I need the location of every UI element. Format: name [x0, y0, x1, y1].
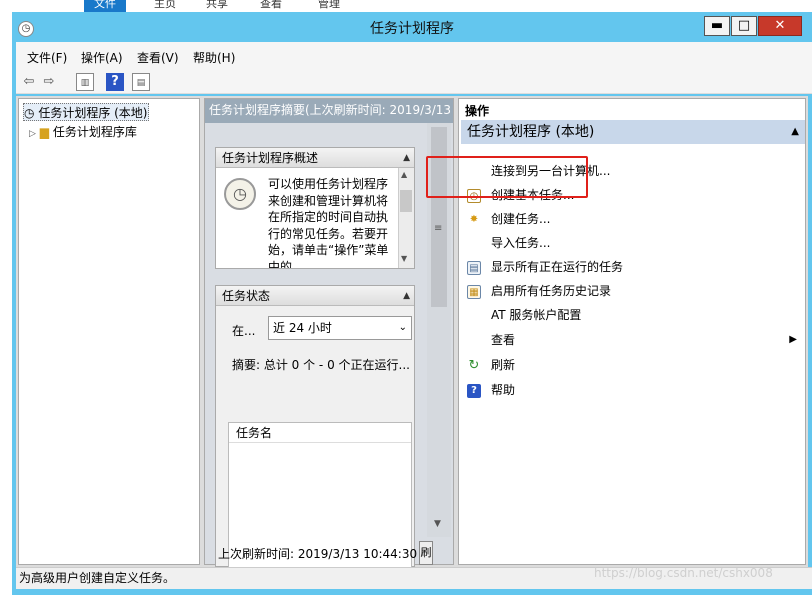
show-hide-action-pane-icon[interactable]: ▤	[132, 73, 150, 91]
maximize-button[interactable]: □	[731, 16, 757, 36]
action-import-task[interactable]: 导入任务...	[467, 233, 550, 253]
overview-text: 可以使用任务计划程序来创建和管理计算机将在所指定的时间自动执行的常见任务。若要开…	[268, 177, 389, 268]
overview-section-header[interactable]: 任务计划程序概述 ▲	[216, 148, 414, 168]
blank-icon	[467, 309, 481, 323]
status-period-value: 近 24 小时	[273, 321, 332, 335]
console-tree: ◷ 任务计划程序 (本地) ▷ ▆ 任务计划程序库	[18, 98, 200, 565]
action-label: 显示所有正在运行的任务	[491, 260, 624, 274]
action-label: 帮助	[491, 383, 516, 397]
watermark: https://blog.csdn.net/cshx008	[594, 566, 773, 580]
action-at-service-config[interactable]: AT 服务帐户配置	[467, 305, 581, 325]
title-bar[interactable]: ◷ 任务计划程序 ▬ □ ✕	[12, 12, 812, 42]
minimize-button[interactable]: ▬	[704, 16, 730, 36]
status-in-label: 在...	[232, 324, 256, 338]
summary-header: 任务计划程序摘要(上次刷新时间: 2019/3/13	[205, 99, 453, 123]
collapse-icon[interactable]: ▲	[403, 148, 410, 168]
action-view-submenu[interactable]: 查看 ▶	[467, 330, 797, 350]
action-label: 导入任务...	[491, 236, 551, 250]
close-button[interactable]: ✕	[758, 16, 802, 36]
status-summary: 摘要: 总计 0 个 - 0 个正在运行...	[232, 358, 410, 372]
actions-group-header[interactable]: 任务计划程序 (本地) ▲	[461, 120, 805, 144]
last-refresh-text: 上次刷新时间: 2019/3/13 10:44:30	[218, 547, 418, 561]
mmc-client-area: ◷ 任务计划程序 (本地) ▷ ▆ 任务计划程序库 任务计划程序摘要(上次刷新时…	[16, 96, 808, 568]
forward-arrow-icon[interactable]: ⇨	[40, 73, 58, 91]
action-label: 查看	[491, 333, 516, 347]
action-label: 创建任务...	[491, 212, 551, 226]
new-task-icon: ✸	[469, 213, 479, 225]
scrollbar-thumb[interactable]	[400, 190, 412, 212]
task-scheduler-window: ◷ 任务计划程序 ▬ □ ✕ 文件(F) 操作(A) 查看(V) 帮助(H) ⇦…	[12, 12, 812, 595]
ribbon-tab-manage[interactable]: 管理	[318, 0, 340, 12]
background-explorer-ribbon: 文件 主页 共享 查看 管理	[0, 0, 812, 12]
scroll-up-icon[interactable]: ▲	[401, 170, 407, 179]
task-status-title: 任务状态	[222, 289, 271, 303]
overview-title: 任务计划程序概述	[222, 151, 319, 165]
blank-icon	[467, 237, 481, 251]
menu-action[interactable]: 操作(A)	[81, 49, 123, 66]
summary-pane: 任务计划程序摘要(上次刷新时间: 2019/3/13 任务计划程序概述 ▲ ◷ …	[204, 98, 454, 568]
scroll-down-icon[interactable]: ▼	[401, 254, 407, 263]
menu-file[interactable]: 文件(F)	[27, 49, 67, 66]
collapse-icon[interactable]: ▲	[791, 120, 799, 144]
action-help[interactable]: ? 帮助	[467, 380, 515, 400]
action-refresh[interactable]: ↻ 刷新	[467, 355, 515, 375]
menu-view[interactable]: 查看(V)	[137, 49, 179, 66]
help-icon[interactable]: ?	[106, 73, 124, 91]
scrollbar-thumb[interactable]	[431, 127, 447, 307]
back-arrow-icon[interactable]: ⇦	[20, 73, 38, 91]
action-label: 启用所有任务历史记录	[491, 284, 612, 298]
status-period-select[interactable]: 近 24 小时 ⌄	[268, 316, 412, 340]
task-status-section: 任务状态 ▲ 在... 近 24 小时 ⌄ 摘要: 总计 0 个 - 0 个正在…	[215, 285, 415, 568]
scroll-down-icon[interactable]: ▼	[434, 519, 441, 529]
clock-icon: ◷	[24, 106, 35, 120]
tree-item-task-scheduler-local[interactable]: ◷ 任务计划程序 (本地)	[23, 103, 149, 121]
menu-help[interactable]: 帮助(H)	[193, 49, 235, 66]
overview-scrollbar[interactable]: ▲ ▼	[398, 168, 414, 268]
chevron-down-icon: ⌄	[398, 322, 407, 333]
ribbon-tab-share[interactable]: 共享	[206, 0, 228, 12]
overview-section: 任务计划程序概述 ▲ ◷ 可以使用任务计划程序来创建和管理计算机将在所指定的时间…	[215, 147, 415, 269]
action-label: AT 服务帐户配置	[491, 308, 582, 322]
blank-icon	[467, 334, 481, 348]
action-enable-history[interactable]: ▦ 启用所有任务历史记录	[467, 281, 611, 301]
grip-icon: ≡	[434, 223, 443, 234]
refresh-button[interactable]: 刷	[419, 541, 433, 565]
list-window-icon: ▤	[467, 260, 481, 275]
window-title: 任务计划程序	[370, 21, 454, 37]
action-show-running-tasks[interactable]: ▤ 显示所有正在运行的任务	[467, 257, 623, 277]
expand-arrow-icon[interactable]: ▷	[29, 129, 36, 139]
show-hide-console-tree-icon[interactable]: ▥	[76, 73, 94, 91]
task-status-header[interactable]: 任务状态 ▲	[216, 286, 414, 306]
ribbon-tab-home[interactable]: 主页	[154, 0, 176, 12]
action-label: 刷新	[491, 358, 516, 372]
refresh-icon: ↻	[468, 357, 480, 373]
summary-body: 任务计划程序概述 ▲ ◷ 可以使用任务计划程序来创建和管理计算机将在所指定的时间…	[205, 123, 453, 568]
history-icon: ▦	[467, 284, 481, 299]
tree-item-label: 任务计划程序 (本地)	[38, 106, 148, 120]
tree-item-task-library[interactable]: ▷ ▆ 任务计划程序库	[29, 123, 137, 141]
actions-label: 操作	[465, 104, 490, 118]
ribbon-tab-file[interactable]: 文件	[84, 0, 126, 12]
actions-group-title: 任务计划程序 (本地)	[467, 124, 595, 140]
collapse-icon[interactable]: ▲	[403, 286, 410, 306]
menu-bar: 文件(F) 操作(A) 查看(V) 帮助(H)	[16, 42, 812, 70]
task-name-column-header[interactable]: 任务名	[229, 423, 411, 443]
tree-item-label: 任务计划程序库	[52, 125, 137, 139]
help-icon: ?	[467, 383, 481, 398]
toolbar: ⇦ ⇨ ▥ ? ▤	[16, 70, 812, 94]
ribbon-tab-view[interactable]: 查看	[260, 0, 282, 12]
action-create-task[interactable]: ✸ 创建任务...	[467, 209, 551, 229]
folder-icon: ▆	[39, 125, 49, 139]
clock-icon: ◷	[224, 178, 256, 210]
annotation-highlight-box	[426, 156, 588, 198]
submenu-arrow-icon: ▶	[789, 334, 797, 345]
